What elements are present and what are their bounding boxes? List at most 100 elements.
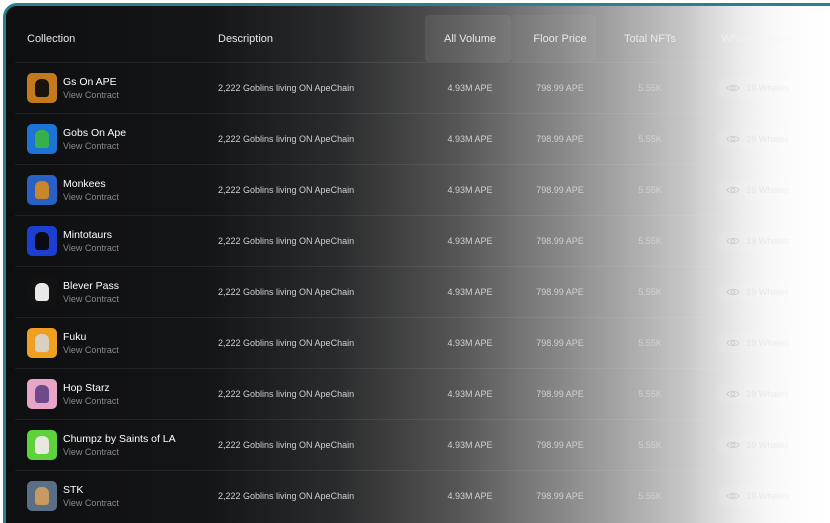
collection-cell: Monkees View Contract [15,164,218,216]
eye-icon [726,492,740,500]
description-cell: 2,222 Goblins living ON ApeChain [218,470,420,521]
collection-avatar[interactable] [27,277,57,307]
total-nfts-cell: 5.55K [600,164,700,216]
collection-cell: Blever Pass View Contract [15,266,218,318]
collection-name[interactable]: Chumpz by Saints of LA [63,433,176,446]
whale-owners-count: 19 Whales [746,338,789,348]
table-row[interactable]: Hop Starz View Contract 2,222 Goblins livi… [15,368,815,420]
floor-price-cell: 798.99 APE [520,419,600,471]
whale-owners-cell: 19 Whales [700,215,815,267]
collection-name[interactable]: Gobs On Ape [63,127,126,140]
collection-cell: Fuku View Contract [15,317,218,369]
table-row[interactable]: Gs On APE View Contract 2,222 Goblins livi… [15,62,815,114]
view-contract-link[interactable]: View Contract [63,293,119,305]
whale-owners-badge[interactable]: 19 Whales [716,78,799,98]
table-row[interactable]: Monkees View Contract 2,222 Goblins living… [15,164,815,216]
description-cell: 2,222 Goblins living ON ApeChain [218,215,420,267]
whale-owners-badge[interactable]: 19 Whales [716,180,799,200]
whale-owners-count: 19 Whales [746,185,789,195]
floor-price-cell: 798.99 APE [520,266,600,318]
eye-icon [726,441,740,449]
whale-owners-cell: 19 Whales [700,419,815,471]
whale-owners-count: 19 Whales [746,491,789,501]
view-contract-link[interactable]: View Contract [63,242,119,254]
whale-owners-badge[interactable]: 19 Whales [716,486,799,506]
total-nfts-cell: 5.55K [600,113,700,165]
view-contract-link[interactable]: View Contract [63,395,119,407]
table-row[interactable]: Mintotaurs View Contract 2,222 Goblins liv… [15,215,815,267]
table-header-row: Collection Description All Volume Floor … [15,15,815,63]
table-row[interactable]: Blever Pass View Contract 2,222 Goblins li… [15,266,815,318]
collection-avatar[interactable] [27,379,57,409]
eye-icon [726,84,740,92]
header-total-nfts[interactable]: Total NFTs [600,15,700,63]
description-cell: 2,222 Goblins living ON ApeChain [218,419,420,471]
table-row[interactable]: Chumpz by Saints of LA View Contract 2,222… [15,419,815,471]
table-row[interactable]: Fuku View Contract 2,222 Goblins living ON… [15,317,815,369]
whale-owners-badge[interactable]: 19 Whales [716,435,799,455]
collection-avatar[interactable] [27,124,57,154]
header-whale-owners[interactable]: Whale Owners [700,15,815,63]
collection-name[interactable]: STK [63,484,119,497]
description-cell: 2,222 Goblins living ON ApeChain [218,164,420,216]
whale-owners-badge[interactable]: 19 Whales [716,282,799,302]
table-row[interactable]: Gobs On Ape View Contract 2,222 Goblins li… [15,113,815,165]
total-nfts-cell: 5.55K [600,368,700,420]
all-volume-cell: 4.93M APE [420,368,520,420]
collection-cell: Gobs On Ape View Contract [15,113,218,165]
all-volume-cell: 4.93M APE [420,62,520,114]
collection-name[interactable]: Mintotaurs [63,229,119,242]
collection-cell: STK View Contract [15,470,218,521]
total-nfts-cell: 5.55K [600,266,700,318]
collection-avatar[interactable] [27,175,57,205]
description-cell: 2,222 Goblins living ON ApeChain [218,368,420,420]
collection-name[interactable]: Blever Pass [63,280,119,293]
eye-icon [726,288,740,296]
collections-table-card: Collection Description All Volume Floor … [3,3,830,523]
view-contract-link[interactable]: View Contract [63,344,119,356]
collection-name[interactable]: Gs On APE [63,76,119,89]
header-description[interactable]: Description [218,15,420,63]
floor-price-cell: 798.99 APE [520,368,600,420]
description-cell: 2,222 Goblins living ON ApeChain [218,62,420,114]
collections-table: Collection Description All Volume Floor … [15,15,815,521]
description-cell: 2,222 Goblins living ON ApeChain [218,113,420,165]
floor-price-cell: 798.99 APE [520,470,600,521]
whale-owners-badge[interactable]: 19 Whales [716,231,799,251]
collection-name[interactable]: Hop Starz [63,382,119,395]
whale-owners-count: 19 Whales [746,287,789,297]
whale-owners-count: 19 Whales [746,440,789,450]
header-all-volume[interactable]: All Volume [420,15,520,63]
all-volume-cell: 4.93M APE [420,419,520,471]
header-floor-price[interactable]: Floor Price [520,15,600,63]
whale-owners-cell: 19 Whales [700,62,815,114]
collection-cell: Chumpz by Saints of LA View Contract [15,419,218,471]
view-contract-link[interactable]: View Contract [63,497,119,509]
table-row[interactable]: STK View Contract 2,222 Goblins living ON … [15,470,815,521]
whale-owners-badge[interactable]: 19 Whales [716,384,799,404]
view-contract-link[interactable]: View Contract [63,446,176,458]
view-contract-link[interactable]: View Contract [63,140,126,152]
view-contract-link[interactable]: View Contract [63,191,119,203]
collection-name[interactable]: Fuku [63,331,119,344]
all-volume-cell: 4.93M APE [420,215,520,267]
frame: Collection Description All Volume Floor … [0,0,830,523]
eye-icon [726,186,740,194]
collection-avatar[interactable] [27,226,57,256]
collection-avatar[interactable] [27,328,57,358]
view-contract-link[interactable]: View Contract [63,89,119,101]
collection-avatar[interactable] [27,73,57,103]
whale-owners-badge[interactable]: 19 Whales [716,333,799,353]
eye-icon [726,390,740,398]
floor-price-cell: 798.99 APE [520,317,600,369]
all-volume-cell: 4.93M APE [420,266,520,318]
collection-cell: Mintotaurs View Contract [15,215,218,267]
collection-avatar[interactable] [27,481,57,511]
whale-owners-count: 19 Whales [746,389,789,399]
collection-name[interactable]: Monkees [63,178,119,191]
eye-icon [726,135,740,143]
header-collection[interactable]: Collection [15,15,218,63]
collection-avatar[interactable] [27,430,57,460]
total-nfts-cell: 5.55K [600,62,700,114]
whale-owners-badge[interactable]: 19 Whales [716,129,799,149]
